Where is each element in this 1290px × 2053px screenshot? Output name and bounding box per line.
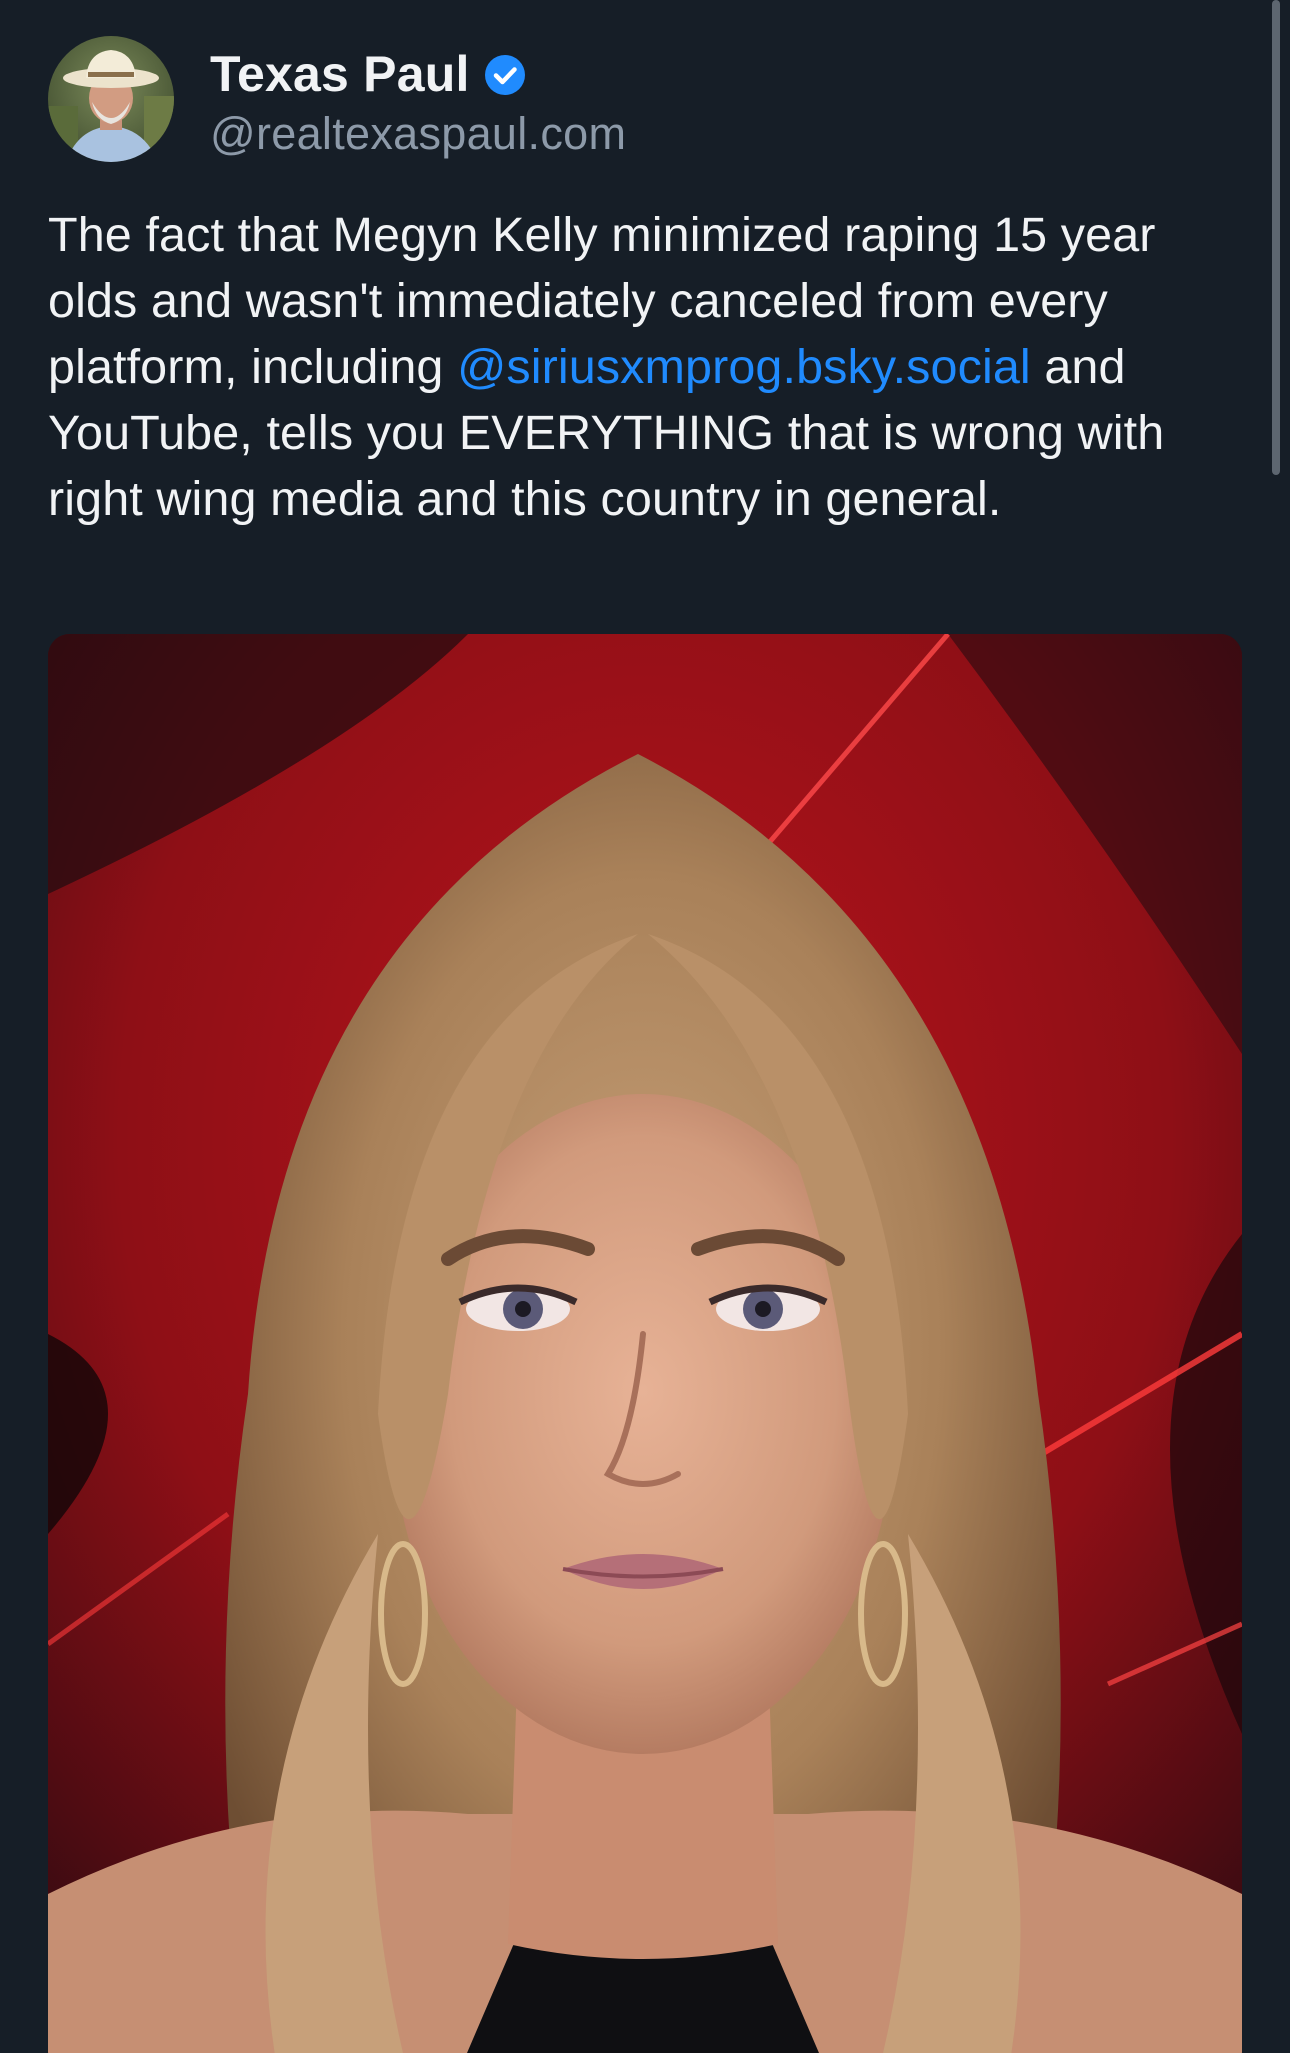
author-avatar[interactable]	[48, 36, 174, 162]
author-handle[interactable]: @realtexaspaul.com	[210, 108, 626, 160]
post-header: Texas Paul @realtexaspaul.com	[48, 36, 626, 162]
author-display-name[interactable]: Texas Paul	[210, 45, 470, 103]
verified-check-icon[interactable]	[484, 54, 526, 96]
mention-link[interactable]: @siriusxmprog.bsky.social	[457, 340, 1031, 394]
author-name-row: Texas Paul	[210, 42, 626, 106]
author-info: Texas Paul @realtexaspaul.com	[210, 42, 626, 160]
avatar-image	[48, 36, 174, 162]
post-text: The fact that Megyn Kelly minimized rapi…	[48, 202, 1248, 532]
scrollbar-thumb[interactable]	[1272, 0, 1280, 475]
post-card[interactable]: Texas Paul @realtexaspaul.com The fact t…	[0, 0, 1290, 2053]
post-image[interactable]	[48, 634, 1242, 2053]
portrait-photo	[48, 634, 1242, 2053]
